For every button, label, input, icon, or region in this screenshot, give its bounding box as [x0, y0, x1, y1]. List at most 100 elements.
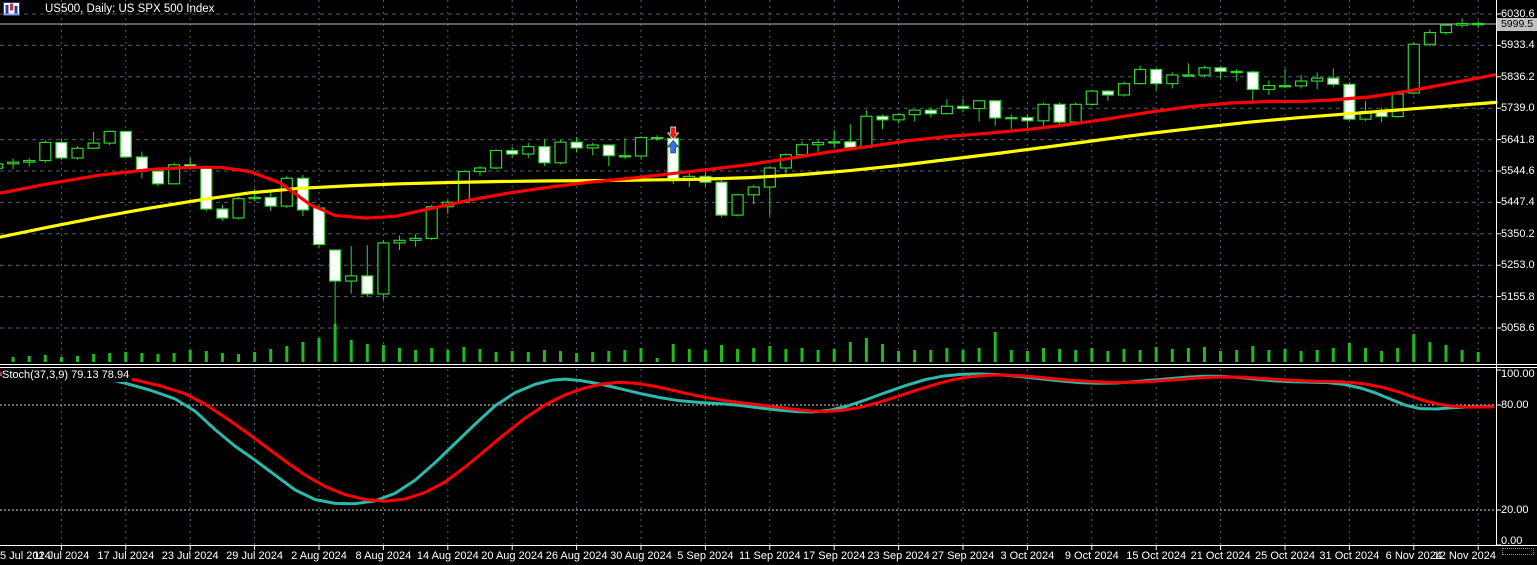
time-axis-label: 20 Aug 2024 — [481, 551, 543, 562]
candle-body — [523, 147, 534, 154]
volume-bar — [28, 356, 31, 362]
time-axis-label: 23 Sep 2024 — [867, 551, 929, 562]
price-axis-label: 5933.4 — [1501, 40, 1535, 51]
candle-body — [120, 131, 131, 157]
volume-bar — [543, 350, 546, 362]
volume-bar — [1026, 351, 1029, 362]
candle-body — [1408, 44, 1419, 93]
volume-bar — [768, 346, 771, 362]
candlesticks — [0, 18, 1484, 325]
candle-body — [217, 209, 228, 218]
candle-body — [797, 145, 808, 155]
price-axis-label: 5350.2 — [1501, 229, 1535, 240]
volume-bar — [237, 354, 240, 362]
volume-bar — [817, 350, 820, 362]
volume-bar — [140, 353, 143, 362]
candle-body — [56, 142, 67, 158]
candle-body — [8, 162, 19, 164]
volume-bar — [913, 350, 916, 362]
time-axis-label: 14 Aug 2024 — [417, 551, 479, 562]
volume-bar — [801, 348, 804, 362]
candle-body — [893, 115, 904, 120]
candle-body — [1424, 33, 1435, 45]
volume-bar — [92, 354, 95, 362]
candle-body — [88, 143, 99, 148]
candle-body — [394, 240, 405, 243]
candle-body — [1457, 24, 1468, 26]
volume-bar — [495, 352, 498, 362]
volume-bar — [1139, 350, 1142, 362]
time-axis-label: 15 Oct 2024 — [1126, 551, 1186, 562]
candle-body — [941, 106, 952, 113]
volume-bar — [1332, 348, 1335, 362]
candle-body — [314, 208, 325, 245]
axis-corner-grip[interactable] — [1502, 548, 1534, 555]
candle-body — [1247, 72, 1258, 89]
candle-body — [1151, 69, 1162, 83]
volume-bar — [44, 355, 47, 362]
candle-body — [1102, 91, 1113, 95]
chart-canvas[interactable] — [0, 0, 1537, 565]
volume-bar — [157, 354, 160, 362]
mini-chart-icon[interactable] — [24, 2, 41, 16]
price-axis-label: 5447.4 — [1501, 197, 1535, 208]
time-axis-label: 12 Nov 2024 — [1434, 551, 1496, 562]
candle-body — [1328, 78, 1339, 84]
candle-body — [1441, 25, 1452, 32]
candle-body — [265, 197, 276, 206]
volume-bar — [865, 338, 868, 362]
candle-body — [1022, 118, 1033, 121]
candle-body — [571, 142, 582, 148]
candle-body — [732, 195, 743, 215]
volume-bar — [736, 349, 739, 362]
candle-body — [829, 142, 840, 143]
volume-bar — [945, 348, 948, 362]
volume-bar — [511, 351, 514, 362]
stoch-axis-label: 0.00 — [1501, 536, 1522, 547]
volume-bar — [414, 350, 417, 362]
price-axis-label: 5253.0 — [1501, 260, 1535, 271]
candle-body — [507, 151, 518, 155]
candle-body — [813, 142, 824, 144]
candle-body — [458, 172, 469, 203]
volume-bar — [720, 345, 723, 362]
volume-bar — [1348, 343, 1351, 362]
time-axis-label: 11 Jul 2024 — [33, 551, 89, 562]
stoch-axis-label: 100.00 — [1501, 369, 1535, 380]
volume-bar — [607, 351, 610, 362]
volume-bar — [929, 350, 932, 362]
stoch-axis-label: 80.00 — [1501, 400, 1529, 411]
candle-body — [555, 142, 566, 163]
time-axis-label: 11 Sep 2024 — [739, 551, 801, 562]
candle-body — [1392, 94, 1403, 117]
volume-bar — [849, 342, 852, 362]
volume-bar — [1477, 352, 1480, 362]
candle-body — [990, 101, 1001, 118]
candle-body — [909, 110, 920, 115]
volume-bar — [962, 350, 965, 362]
volume-bar — [285, 346, 288, 362]
time-axis-label: 9 Oct 2024 — [1065, 551, 1119, 562]
volume-bar — [1155, 347, 1158, 362]
stochastic-label: Stoch(37,3,9) 79.13 78.94 — [2, 369, 132, 382]
grid — [0, 0, 1496, 545]
volume-bar — [897, 351, 900, 362]
candle-body — [426, 207, 437, 239]
volume-bar — [994, 332, 997, 362]
volume-bar — [124, 352, 127, 362]
volume-bar — [1058, 349, 1061, 362]
candle-body — [619, 156, 630, 157]
volume-bar — [1106, 351, 1109, 362]
sell-arrow-icon — [668, 127, 679, 140]
candle-body — [958, 106, 969, 108]
candle-body — [636, 138, 647, 156]
volume-bar — [398, 348, 401, 362]
candle-body — [877, 116, 888, 120]
volume-bar — [173, 353, 176, 362]
candle-body — [0, 164, 3, 169]
volume-bar — [1203, 347, 1206, 362]
volume-bar — [479, 349, 482, 362]
time-axis-label: 23 Jul 2024 — [162, 551, 219, 562]
volume-bar — [1010, 350, 1013, 362]
volume-bar — [1123, 349, 1126, 362]
